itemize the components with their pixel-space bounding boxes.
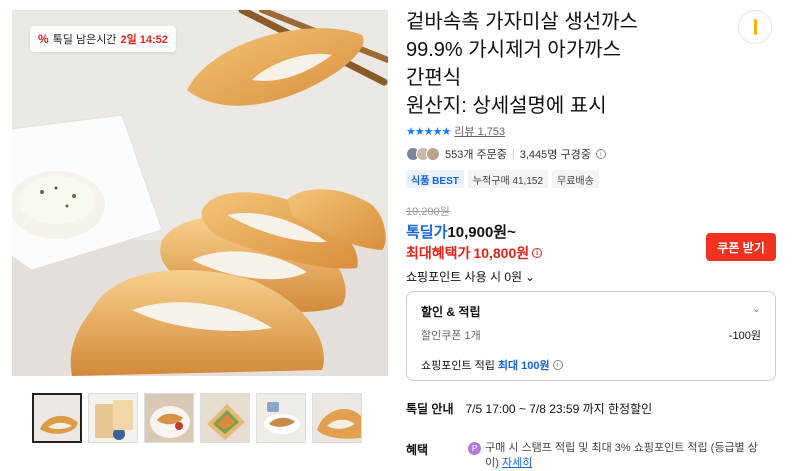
cutlet-thumb-icon	[34, 395, 80, 441]
plated-dish-thumb-icon	[145, 394, 193, 442]
points-usage-toggle[interactable]: 쇼핑포인트 사용 시 0원 ⌄	[406, 268, 535, 285]
thumbnail-1[interactable]	[32, 393, 82, 443]
points-accrual: 쇼핑포인트 적립 최대 100원 i	[421, 357, 563, 373]
deal-price: 톡딜가10,900원~	[406, 221, 516, 242]
brand-store-icon[interactable]	[738, 10, 772, 44]
side-dish-thumb-icon	[257, 394, 305, 442]
free-shipping-badge: 무료배송	[552, 170, 599, 188]
star-rating-icon: ★★★★★	[406, 125, 451, 138]
viewers-count: 3,445명 구경중	[519, 149, 591, 161]
fish-cutlet-illustration	[12, 10, 388, 376]
thumbnail-6[interactable]	[312, 393, 362, 443]
benefit-text-block: P 구매 시 스탬프 적립 및 최대 3% 쇼핑포인트 적립 (등급별 상이) …	[468, 441, 768, 471]
discount-summary-box: 할인 & 적립 ⌄ 할인쿠폰 1개 -100원 쇼핑포인트 적립 최대 100원…	[406, 291, 776, 381]
timer-remaining: 2일 14:52	[120, 34, 168, 46]
info-icon[interactable]: i	[595, 149, 606, 159]
thumbnail-strip	[32, 393, 362, 443]
max-benefit-info-icon[interactable]: i	[532, 248, 543, 258]
percent-icon: %	[38, 32, 49, 46]
get-coupon-button[interactable]: 쿠폰 받기	[706, 233, 776, 261]
timer-label: 톡딜 남은시간	[52, 34, 117, 46]
thumbnail-4[interactable]	[200, 393, 250, 443]
thumbnail-3[interactable]	[144, 393, 194, 443]
title-line-3: 간편식	[406, 67, 462, 89]
original-price: 10,200원	[406, 206, 450, 218]
coupon-label: 할인쿠폰 1개	[421, 330, 481, 342]
buyer-avatars	[406, 147, 440, 161]
discount-box-heading: 할인 & 적립	[421, 305, 481, 319]
points-info-icon[interactable]: i	[552, 360, 563, 370]
thumbnail-5[interactable]	[256, 393, 306, 443]
points-max-prefix: 최대	[497, 360, 519, 372]
orders-count: 553개 주문중	[445, 149, 507, 161]
buyer-activity: 553개 주문중 | 3,445명 구경중 i	[406, 146, 606, 162]
title-line-1: 겉바속촉 가자미살 생선까스	[406, 11, 638, 33]
deal-info-label: 톡딜 안내	[406, 402, 454, 416]
package-thumb-icon	[89, 394, 137, 442]
benefit-details-link[interactable]: 자세히	[502, 457, 532, 469]
title-line-2: 99.9% 가시제거 아가까스	[406, 39, 622, 61]
cutlet-closeup-thumb-icon	[313, 394, 361, 442]
review-summary: ★★★★★ 리뷰 1,753	[406, 123, 505, 139]
deal-info: 톡딜 안내 7/5 17:00 ~ 7/8 23:59 까지 한정할인	[406, 400, 652, 417]
title-line-4: 원산지: 상세설명에 표시	[406, 95, 607, 117]
deal-timer-badge: % 톡딜 남은시간 2일 14:52	[30, 26, 176, 52]
chevron-down-icon: ⌄	[525, 269, 536, 284]
cumulative-purchase-badge: 누적구매 41,152	[467, 170, 549, 188]
deal-info-text: 7/5 17:00 ~ 7/8 23:59 까지 한정할인	[465, 402, 653, 416]
max-benefit-value: 10,800원	[473, 245, 530, 261]
product-title: 겉바속촉 가자미살 생선까스 99.9% 가시제거 아가까스 간편식 원산지: …	[406, 8, 706, 120]
points-max-value: 100원	[521, 360, 550, 372]
max-benefit-label: 최대혜택가	[406, 245, 471, 261]
benefit-info: 혜택 P 구매 시 스탬프 적립 및 최대 3% 쇼핑포인트 적립 (등급별 상…	[406, 441, 768, 471]
max-benefit-price: 최대혜택가 10,800원 i	[406, 243, 543, 263]
review-count-link[interactable]: 리뷰 1,753	[454, 123, 505, 139]
deal-price-value: 10,900원~	[447, 224, 516, 241]
sandwich-thumb-icon	[201, 394, 249, 442]
coupon-value: -100원	[728, 330, 761, 342]
badge-row: 식품 BEST 누적구매 41,152 무료배송	[406, 170, 599, 188]
main-product-image[interactable]: % 톡딜 남은시간 2일 14:52	[12, 10, 388, 376]
points-accrual-label: 쇼핑포인트 적립	[421, 360, 495, 372]
benefit-label: 혜택	[406, 443, 429, 457]
points-usage-text: 쇼핑포인트 사용 시 0원	[406, 270, 523, 284]
chevron-down-icon[interactable]: ⌄	[752, 302, 761, 315]
point-p-icon: P	[468, 442, 482, 455]
best-badge[interactable]: 식품 BEST	[406, 170, 464, 188]
deal-price-label: 톡딜가	[406, 224, 448, 241]
thumbnail-2[interactable]	[88, 393, 138, 443]
